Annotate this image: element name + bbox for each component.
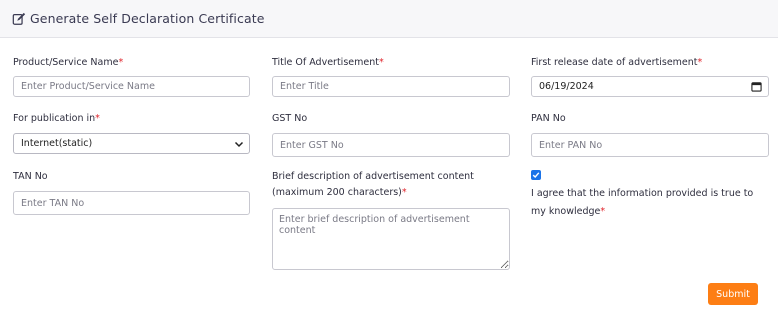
gst-label: GST No	[272, 113, 308, 124]
agree-label: I agree that the information provided is…	[531, 188, 754, 217]
description-textarea[interactable]	[272, 208, 510, 270]
product-name-label: Product/Service Name*	[13, 57, 124, 68]
gst-input[interactable]: Enter GST No	[272, 133, 510, 157]
pan-input[interactable]: Enter PAN No	[531, 133, 769, 157]
check-icon	[532, 172, 540, 179]
release-date-input[interactable]: 06/19/2024	[531, 76, 769, 97]
ad-title-input[interactable]: Enter Title	[272, 76, 510, 97]
pan-label: PAN No	[531, 113, 566, 124]
publication-select[interactable]: Internet(static)	[13, 133, 250, 154]
publication-label: For publication in*	[13, 113, 100, 124]
ad-title-label: Title Of Advertisement*	[272, 57, 384, 68]
release-date-label: First release date of advertisement*	[531, 57, 703, 68]
submit-button[interactable]: Submit	[708, 283, 758, 305]
calendar-icon[interactable]	[751, 81, 762, 92]
agree-checkbox[interactable]	[531, 170, 541, 180]
description-label-line2: (maximum 200 characters)*	[272, 187, 407, 198]
edit-icon	[12, 12, 26, 25]
chevron-down-icon	[234, 141, 244, 148]
tan-input[interactable]: Enter TAN No	[13, 191, 250, 215]
description-label-line1: Brief description of advertisement conte…	[272, 171, 474, 182]
tan-label: TAN No	[13, 171, 48, 182]
card-header: Generate Self Declaration Certificate	[0, 0, 778, 38]
page-title: Generate Self Declaration Certificate	[30, 11, 265, 26]
product-name-input[interactable]: Enter Product/Service Name	[13, 76, 250, 97]
